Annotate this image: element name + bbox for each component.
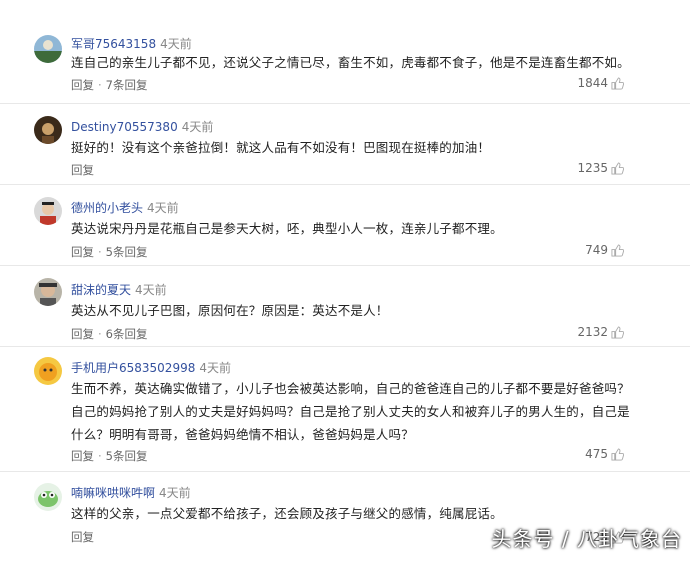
reply-button[interactable]: 回复 <box>71 327 94 341</box>
view-replies-link[interactable]: 6条回复 <box>106 327 148 341</box>
like-count: 1235 <box>577 161 608 175</box>
like-count: 475 <box>585 447 608 461</box>
reply-button[interactable]: 回复 <box>71 449 94 463</box>
separator: · <box>98 327 102 341</box>
like-button[interactable]: 749 <box>585 243 624 257</box>
reply-button[interactable]: 回复 <box>71 163 94 177</box>
comment-actions: 回复 · 6条回复 <box>71 326 147 342</box>
comment-time: 4天前 <box>181 120 214 134</box>
comment-meta: 军哥75643158 4天前 <box>71 35 192 52</box>
like-count: 2132 <box>577 325 608 339</box>
comment-time: 4天前 <box>135 283 167 297</box>
username[interactable]: 手机用户6583502998 <box>71 361 195 375</box>
reply-button[interactable]: 回复 <box>71 530 94 544</box>
avatar[interactable] <box>34 35 62 63</box>
view-replies-link[interactable]: 5条回复 <box>106 245 148 259</box>
comment-text: 英达说宋丹丹是花瓶自己是参天大树，呸，典型小人一枚，连亲儿子都不理。 <box>71 221 503 236</box>
comment-item: 手机用户6583502998 4天前 生而不养，英达确实做错了，小儿子也会被英达影… <box>0 347 690 472</box>
comment-time: 4天前 <box>159 486 191 500</box>
thumbs-up-icon <box>611 447 624 461</box>
separator: · <box>98 245 102 259</box>
like-count: 749 <box>585 243 608 257</box>
comment-text: 英达从不见儿子巴图，原因何在？原因是：英达不是人！ <box>71 303 389 318</box>
comment-text: 挺好的！没有这个亲爸拉倒！就这人品有不如没有！巴图现在挺棒的加油！ <box>71 140 491 155</box>
comment-item: 甜沫的夏天 4天前 英达从不见儿子巴图，原因何在？原因是：英达不是人！ 回复 · 6条… <box>0 266 690 347</box>
thumbs-up-icon <box>611 161 624 175</box>
view-replies-link[interactable]: 5条回复 <box>106 449 148 463</box>
comment-list: 军哥75643158 4天前 连自己的亲生儿子都不见，还说父子之情已尽，畜生不如，… <box>0 0 690 561</box>
like-count: 1844 <box>577 76 608 90</box>
comment-time: 4天前 <box>160 37 192 51</box>
comment-meta: 喃嘛咪哄咪吽啊 4天前 <box>71 484 191 501</box>
separator: · <box>98 449 102 463</box>
comment-item: 军哥75643158 4天前 连自己的亲生儿子都不见，还说父子之情已尽，畜生不如，… <box>0 0 690 104</box>
like-button[interactable]: 1844 <box>577 76 624 90</box>
comment-meta: 甜沫的夏天 4天前 <box>71 281 167 298</box>
like-button[interactable]: 475 <box>585 447 624 461</box>
comment-time: 4天前 <box>199 361 231 375</box>
comment-time: 4天前 <box>147 201 179 215</box>
username[interactable]: 喃嘛咪哄咪吽啊 <box>71 486 155 500</box>
thumbs-up-icon <box>611 76 624 90</box>
comment-actions: 回复 · 5条回复 <box>71 448 147 464</box>
username[interactable]: Destiny70557380 <box>71 120 178 134</box>
avatar[interactable] <box>34 483 62 511</box>
comment-item: 德州的小老头 4天前 英达说宋丹丹是花瓶自己是参天大树，呸，典型小人一枚，连亲儿子… <box>0 185 690 266</box>
avatar[interactable] <box>34 116 62 144</box>
username[interactable]: 甜沫的夏天 <box>71 283 131 297</box>
watermark: 头条号 / 八卦气象台 <box>491 527 682 551</box>
comment-actions: 回复 <box>71 529 94 545</box>
thumbs-up-icon <box>611 243 624 257</box>
thumbs-up-icon <box>611 325 624 339</box>
username[interactable]: 德州的小老头 <box>71 201 143 215</box>
separator: · <box>98 78 102 92</box>
avatar[interactable] <box>34 197 62 225</box>
reply-button[interactable]: 回复 <box>71 78 94 92</box>
comment-actions: 回复 · 5条回复 <box>71 244 147 260</box>
comment-text: 这样的父亲，一点父爱都不给孩子，还会顾及孩子与继父的感情，纯属屁话。 <box>71 506 503 521</box>
comment-actions: 回复 <box>71 162 94 178</box>
comment-item: Destiny70557380 4天前 挺好的！没有这个亲爸拉倒！就这人品有不如没… <box>0 104 690 185</box>
comment-text: 连自己的亲生儿子都不见，还说父子之情已尽，畜生不如，虎毒都不食子，他是不是连畜生… <box>71 55 630 70</box>
avatar[interactable] <box>34 278 62 306</box>
view-replies-link[interactable]: 7条回复 <box>106 78 148 92</box>
reply-button[interactable]: 回复 <box>71 245 94 259</box>
comment-actions: 回复 · 7条回复 <box>71 77 147 93</box>
like-button[interactable]: 2132 <box>577 325 624 339</box>
like-button[interactable]: 1235 <box>577 161 624 175</box>
comment-meta: Destiny70557380 4天前 <box>71 118 213 135</box>
username[interactable]: 军哥75643158 <box>71 37 156 51</box>
comment-meta: 手机用户6583502998 4天前 <box>71 359 231 376</box>
comment-text: 生而不养，英达确实做错了，小儿子也会被英达影响，自己的爸爸连自己的儿子都不要是好… <box>71 381 630 442</box>
avatar[interactable] <box>34 357 62 385</box>
comment-meta: 德州的小老头 4天前 <box>71 199 179 216</box>
